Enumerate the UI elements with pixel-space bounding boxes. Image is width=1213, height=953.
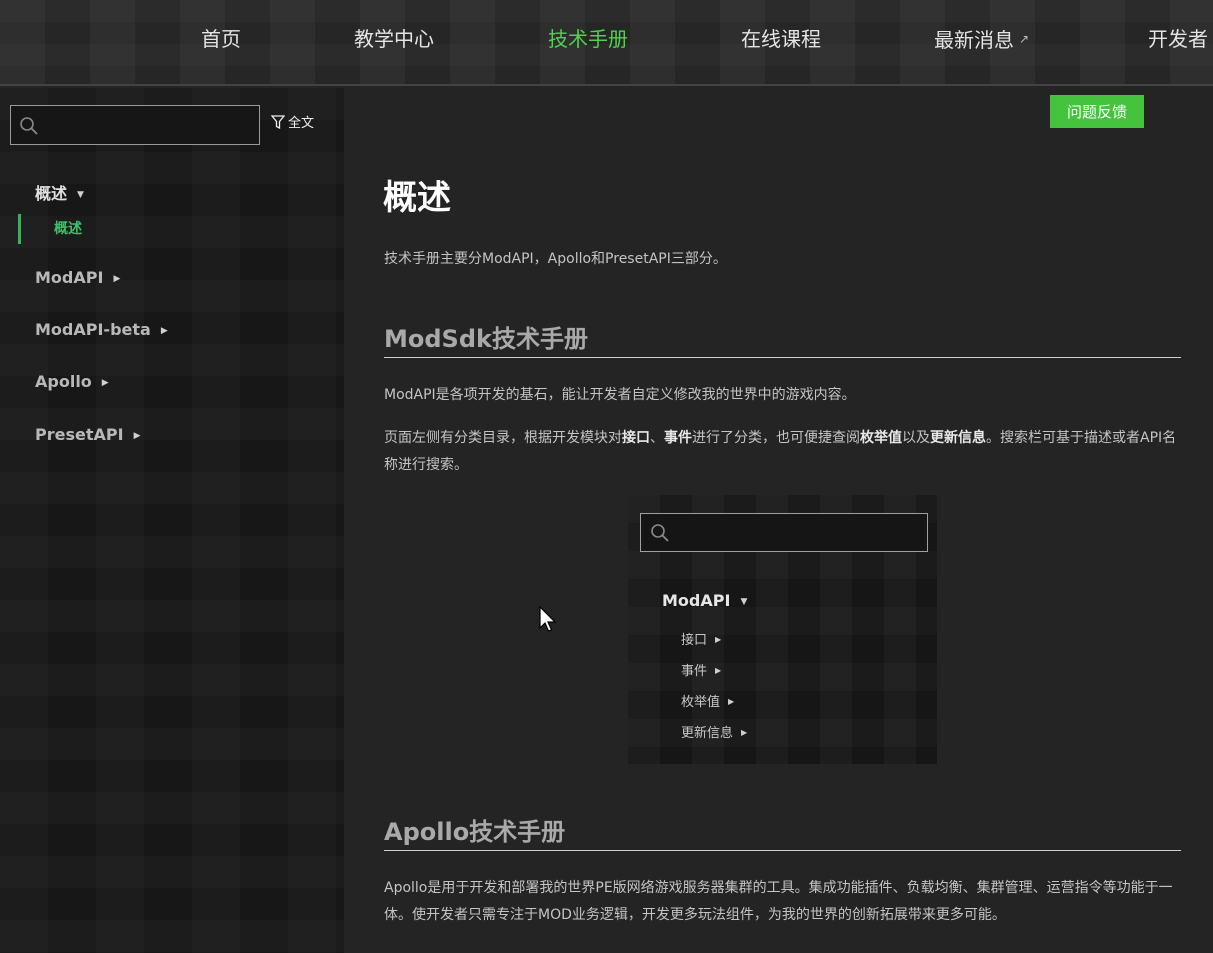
page-title: 概述 (383, 178, 451, 218)
sidebar-preview-image: ModAPI ▼ 接口 ▶ 事件 ▶ 枚举值 ▶ 更新信息 ▶ (628, 495, 937, 764)
sidebar-subitem-overview[interactable]: 概述 (18, 214, 338, 244)
preview-item-label: 更新信息 (681, 726, 734, 741)
bold-update-info: 更新信息 (930, 430, 986, 446)
preview-search-box (640, 513, 928, 552)
intro-paragraph: 技术手册主要分ModAPI，Apollo和PresetAPI三部分。 (384, 251, 727, 267)
preview-label: ModAPI (662, 591, 731, 610)
external-link-icon: ↗ (1019, 32, 1030, 46)
nav-item-tech-manual[interactable]: 技术手册 (548, 24, 628, 54)
preview-item-label: 事件 (681, 664, 708, 679)
caret-right-icon: ▶ (133, 431, 141, 441)
caret-right-icon: ▶ (160, 326, 168, 336)
nav-item-home[interactable]: 首页 (201, 24, 241, 54)
feedback-button[interactable]: 问题反馈 (1050, 95, 1144, 128)
caret-down-icon: ▼ (740, 597, 748, 607)
top-navigation: 首页 教学中心 技术手册 在线课程 最新消息 ↗ 开发者 (0, 0, 1213, 86)
sidebar-item-label: 概述 (35, 184, 68, 203)
preview-item-label: 枚举值 (681, 695, 721, 710)
sidebar-item-overview[interactable]: 概述 ▼ (35, 181, 84, 207)
caret-down-icon: ▼ (77, 190, 84, 200)
sidebar-item-label: Apollo (35, 372, 92, 391)
modsdk-paragraph-1: ModAPI是各项开发的基石，能让开发者自定义修改我的世界中的游戏内容。 (384, 387, 856, 403)
section-title-modsdk: ModSdk技术手册 (384, 322, 1181, 358)
mouse-cursor-icon (539, 606, 557, 632)
preview-item-event: 事件 ▶ (681, 660, 721, 679)
caret-right-icon: ▶ (715, 635, 722, 644)
filter-icon (271, 115, 285, 129)
sidebar-item-presetapi[interactable]: PresetAPI ▶ (35, 422, 140, 448)
preview-item-interface: 接口 ▶ (681, 629, 721, 648)
nav-item-tutorial-center[interactable]: 教学中心 (354, 24, 434, 54)
nav-item-latest-news-label: 最新消息 (934, 28, 1014, 52)
sidebar-item-modapi[interactable]: ModAPI ▶ (35, 265, 120, 291)
section-title-apollo: Apollo技术手册 (384, 815, 1181, 851)
sidebar-item-modapi-beta[interactable]: ModAPI-beta ▶ (35, 317, 168, 343)
preview-item-label: 接口 (681, 633, 708, 648)
main-content: 问题反馈 概述 技术手册主要分ModAPI，Apollo和PresetAPI三部… (344, 88, 1213, 953)
bold-interface: 接口 (622, 430, 650, 446)
modsdk-paragraph-2: 页面左侧有分类目录，根据开发模块对接口、事件进行了分类，也可便捷查阅枚举值以及更… (384, 425, 1184, 479)
search-input[interactable] (45, 110, 255, 140)
text-run: 以及 (902, 430, 930, 446)
sidebar: 全文 概述 ▼ 概述 ModAPI ▶ ModAPI-beta ▶ Apollo ▶ P… (0, 88, 344, 953)
sidebar-item-apollo[interactable]: Apollo ▶ (35, 369, 109, 395)
preview-item-enum: 枚举值 ▶ (681, 691, 734, 710)
full-text-filter-button[interactable]: 全文 (271, 114, 314, 134)
text-run: 页面左侧有分类目录，根据开发模块对 (384, 430, 622, 446)
filter-label: 全文 (288, 116, 315, 131)
caret-right-icon: ▶ (101, 378, 109, 388)
search-icon (20, 117, 38, 135)
nav-item-developer[interactable]: 开发者 (1148, 24, 1208, 54)
search-icon (651, 524, 669, 542)
bold-event: 事件 (664, 430, 692, 446)
sidebar-search-box[interactable] (10, 105, 260, 145)
nav-item-online-courses[interactable]: 在线课程 (741, 24, 821, 54)
nav-item-latest-news[interactable]: 最新消息 ↗ (934, 24, 1029, 54)
preview-item-update-info: 更新信息 ▶ (681, 722, 747, 741)
apollo-paragraph-1: Apollo是用于开发和部署我的世界PE版网络游戏服务器集群的工具。集成功能插件… (384, 880, 1173, 923)
text-run: 、 (650, 430, 664, 446)
text-run: 进行了分类，也可便捷查阅 (692, 430, 860, 446)
sidebar-item-label: ModAPI-beta (35, 320, 151, 339)
caret-right-icon: ▶ (715, 666, 722, 675)
preview-modapi-heading: ModAPI ▼ (662, 591, 747, 610)
sidebar-item-label: PresetAPI (35, 425, 124, 444)
caret-right-icon: ▶ (741, 728, 748, 737)
sidebar-item-label: ModAPI (35, 268, 104, 287)
caret-right-icon: ▶ (113, 274, 121, 284)
bold-enum: 枚举值 (860, 430, 902, 446)
caret-right-icon: ▶ (728, 697, 735, 706)
